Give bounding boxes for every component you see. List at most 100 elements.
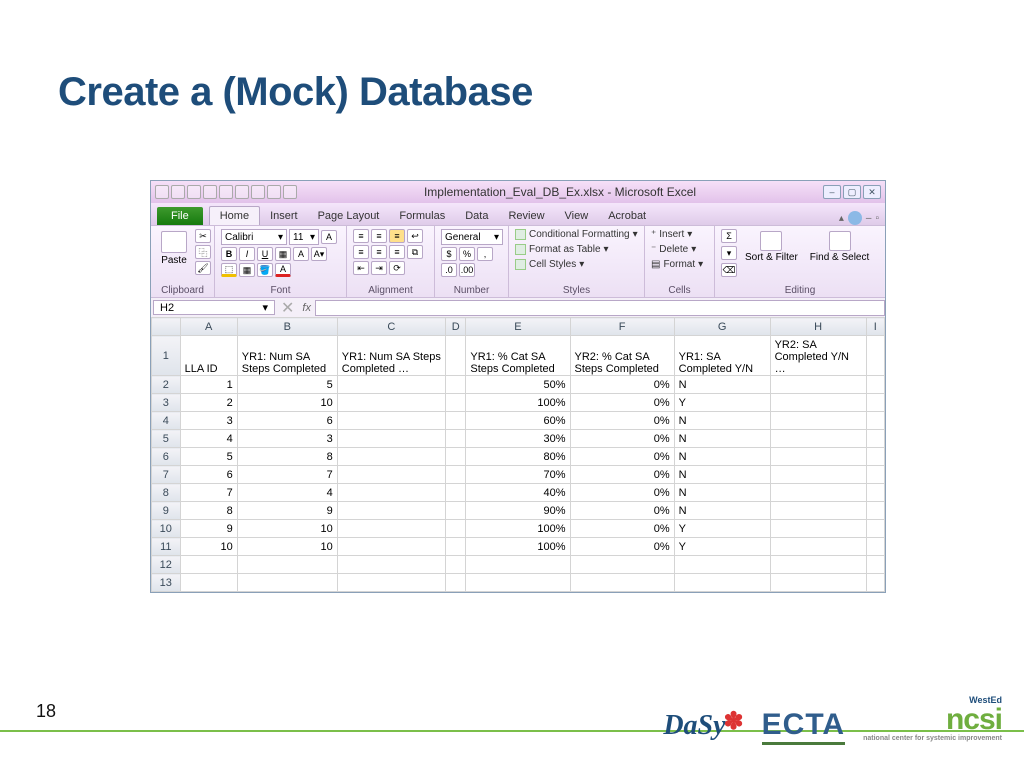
- cell[interactable]: [770, 394, 866, 412]
- cut-button[interactable]: ✂: [195, 229, 211, 243]
- cell[interactable]: 10: [237, 394, 337, 412]
- cell[interactable]: [866, 412, 884, 430]
- cell[interactable]: N: [674, 376, 770, 394]
- col-header[interactable]: I: [866, 318, 884, 336]
- cell[interactable]: [866, 484, 884, 502]
- cell[interactable]: 7: [237, 466, 337, 484]
- cell[interactable]: N: [674, 412, 770, 430]
- tab-review[interactable]: Review: [498, 207, 554, 225]
- file-tab[interactable]: File: [157, 207, 203, 225]
- cell[interactable]: [445, 448, 465, 466]
- cell[interactable]: 9: [237, 502, 337, 520]
- cell[interactable]: [770, 448, 866, 466]
- cell[interactable]: 5: [237, 376, 337, 394]
- number-format-select[interactable]: General▾: [441, 229, 503, 245]
- format-as-table-button[interactable]: Format as Table ▾: [515, 244, 609, 255]
- tab-home[interactable]: Home: [209, 206, 260, 225]
- font-name-select[interactable]: Calibri▾: [221, 229, 287, 245]
- cell[interactable]: [445, 556, 465, 574]
- cell[interactable]: [237, 556, 337, 574]
- cell[interactable]: [445, 484, 465, 502]
- clear-button[interactable]: ⌫: [721, 263, 737, 277]
- window-close-button[interactable]: ✕: [863, 185, 881, 199]
- row-header[interactable]: 10: [152, 520, 181, 538]
- cell[interactable]: [445, 376, 465, 394]
- cell[interactable]: 4: [180, 430, 237, 448]
- select-all-corner[interactable]: [152, 318, 181, 336]
- italic-button[interactable]: I: [239, 247, 255, 261]
- bold-button[interactable]: B: [221, 247, 237, 261]
- indent-inc-button[interactable]: ⇥: [371, 261, 387, 275]
- qat-redo-icon[interactable]: [203, 185, 217, 199]
- cell[interactable]: [445, 502, 465, 520]
- ribbon-minimize-icon[interactable]: ▴: [839, 213, 844, 224]
- cell[interactable]: 30%: [466, 430, 570, 448]
- align-right-button[interactable]: ≡: [389, 245, 405, 259]
- cell[interactable]: YR1: SA Completed Y/N: [674, 336, 770, 376]
- autosum-button[interactable]: Σ: [721, 229, 737, 243]
- font-size-select[interactable]: 11▾: [289, 229, 319, 245]
- align-left-button[interactable]: ≡: [353, 245, 369, 259]
- cell[interactable]: [866, 448, 884, 466]
- wrap-text-button[interactable]: ↩: [407, 229, 423, 243]
- col-header[interactable]: C: [337, 318, 445, 336]
- cell[interactable]: 0%: [570, 394, 674, 412]
- cell[interactable]: 100%: [466, 394, 570, 412]
- col-header[interactable]: A: [180, 318, 237, 336]
- col-header[interactable]: B: [237, 318, 337, 336]
- cell[interactable]: 3: [237, 430, 337, 448]
- cell[interactable]: [337, 574, 445, 592]
- row-header[interactable]: 13: [152, 574, 181, 592]
- cell[interactable]: [337, 376, 445, 394]
- qat-btn[interactable]: [283, 185, 297, 199]
- tab-acrobat[interactable]: Acrobat: [598, 207, 656, 225]
- underline-button[interactable]: U: [257, 247, 273, 261]
- cell[interactable]: [337, 538, 445, 556]
- cell[interactable]: [674, 556, 770, 574]
- row-header[interactable]: 3: [152, 394, 181, 412]
- cell[interactable]: N: [674, 430, 770, 448]
- align-bottom-button[interactable]: ≡: [389, 229, 405, 243]
- cell[interactable]: 6: [237, 412, 337, 430]
- format-painter-button[interactable]: 🖌: [195, 261, 211, 275]
- cell[interactable]: YR1: Num SA Steps Completed …: [337, 336, 445, 376]
- fx-icon[interactable]: fx: [298, 302, 315, 314]
- orientation-button[interactable]: ⟳: [389, 261, 405, 275]
- cell[interactable]: [866, 520, 884, 538]
- cell[interactable]: 40%: [466, 484, 570, 502]
- cell[interactable]: N: [674, 448, 770, 466]
- tab-data[interactable]: Data: [455, 207, 498, 225]
- row-header[interactable]: 9: [152, 502, 181, 520]
- cell[interactable]: 2: [180, 394, 237, 412]
- cell[interactable]: YR1: % Cat SA Steps Completed: [466, 336, 570, 376]
- align-center-button[interactable]: ≡: [371, 245, 387, 259]
- cell[interactable]: Y: [674, 520, 770, 538]
- spreadsheet-grid[interactable]: A B C D E F G H I 1LLA IDYR1: Num SA Ste…: [151, 317, 885, 592]
- increase-decimal-button[interactable]: .0: [441, 263, 457, 277]
- cell[interactable]: [570, 556, 674, 574]
- cell[interactable]: [674, 574, 770, 592]
- cell[interactable]: 0%: [570, 502, 674, 520]
- cell[interactable]: 10: [237, 520, 337, 538]
- decrease-decimal-button[interactable]: .00: [459, 263, 475, 277]
- cell[interactable]: [445, 412, 465, 430]
- help-icon[interactable]: [848, 211, 862, 225]
- row-header[interactable]: 1: [152, 336, 181, 376]
- qat-excel-icon[interactable]: [155, 185, 169, 199]
- cell[interactable]: 0%: [570, 412, 674, 430]
- fx-cancel-icon[interactable]: ✕: [277, 298, 298, 318]
- cell[interactable]: YR1: Num SA Steps Completed: [237, 336, 337, 376]
- currency-button[interactable]: $: [441, 247, 457, 261]
- cell[interactable]: N: [674, 484, 770, 502]
- tab-insert[interactable]: Insert: [260, 207, 308, 225]
- qat-btn[interactable]: [219, 185, 233, 199]
- delete-cells-button[interactable]: ⁻ Delete ▾: [651, 244, 696, 255]
- conditional-formatting-button[interactable]: Conditional Formatting ▾: [515, 229, 638, 240]
- fill-button[interactable]: ▾: [721, 246, 737, 260]
- cell[interactable]: 5: [180, 448, 237, 466]
- cell[interactable]: [866, 430, 884, 448]
- cell[interactable]: [337, 430, 445, 448]
- cell[interactable]: 10: [237, 538, 337, 556]
- cell[interactable]: 0%: [570, 448, 674, 466]
- cell[interactable]: [866, 466, 884, 484]
